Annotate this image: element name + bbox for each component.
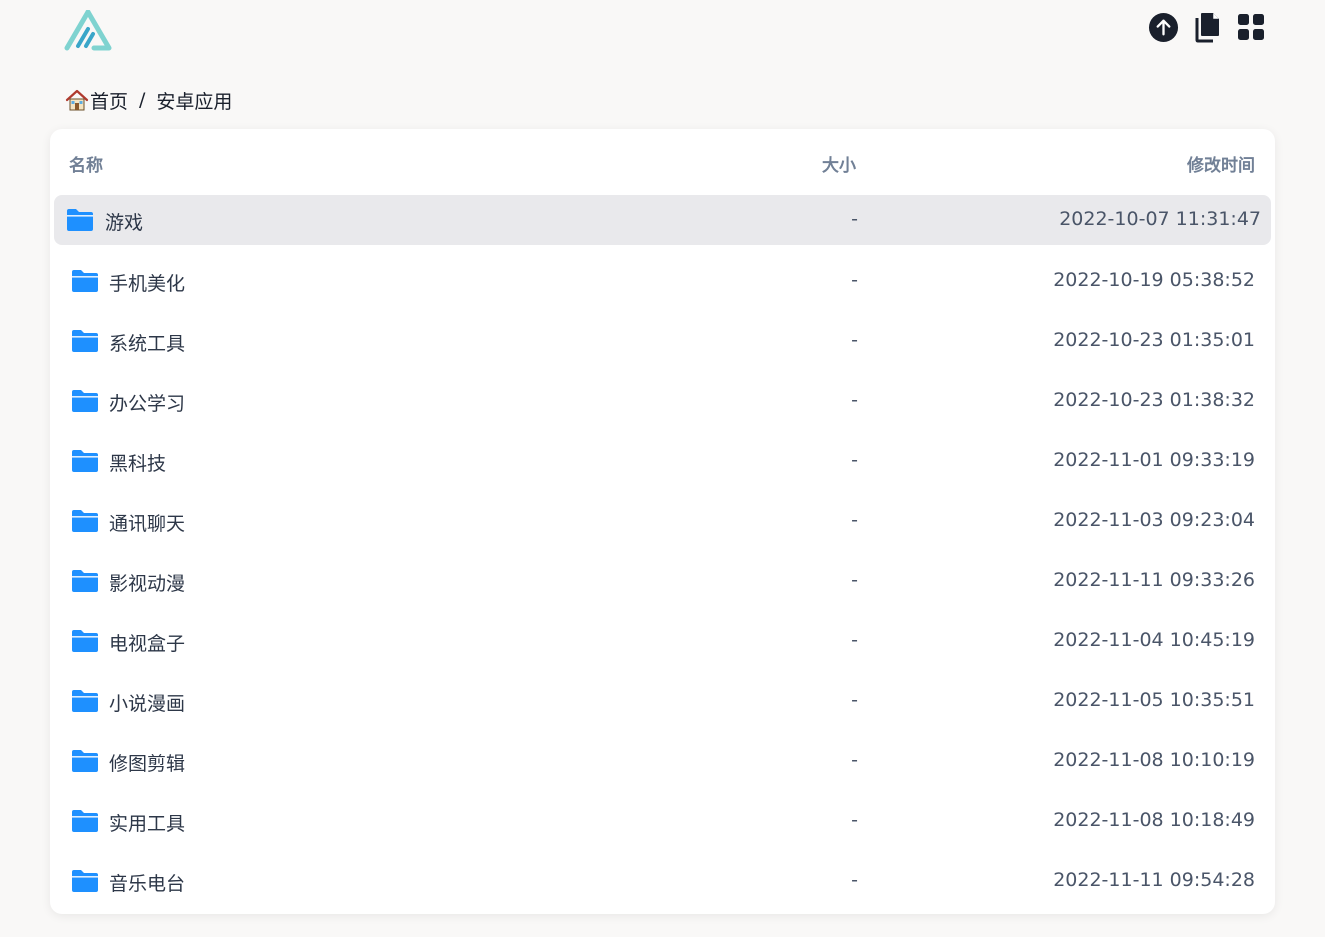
table-row[interactable]: 实用工具 - 2022-11-08 10:18:49 (50, 791, 1275, 851)
file-size: - (851, 389, 858, 411)
table-row[interactable]: 音乐电台 - 2022-11-11 09:54:28 (50, 851, 1275, 911)
table-row[interactable]: 游戏 - 2022-10-07 11:31:47 (54, 195, 1271, 245)
file-size: - (851, 569, 858, 591)
file-name[interactable]: 手机美化 (109, 269, 185, 296)
table-row[interactable]: 办公学习 - 2022-10-23 01:38:32 (50, 371, 1275, 431)
file-modified-time: 2022-11-08 10:10:19 (1053, 749, 1255, 771)
file-name[interactable]: 电视盒子 (109, 629, 185, 656)
table-row[interactable]: 电视盒子 - 2022-11-04 10:45:19 (50, 611, 1275, 671)
file-list-card: 名称 大小 修改时间 游戏 - 2022-10-07 11:31:47 手机美化… (50, 129, 1275, 914)
table-row[interactable]: 修图剪辑 - 2022-11-08 10:10:19 (50, 731, 1275, 791)
folder-icon (72, 690, 98, 712)
upload-button[interactable] (1147, 11, 1179, 43)
file-size: - (851, 629, 858, 651)
column-header-size[interactable]: 大小 (822, 151, 856, 176)
file-size: - (851, 689, 858, 711)
file-size: - (851, 269, 858, 291)
file-modified-time: 2022-11-11 09:33:26 (1053, 569, 1255, 591)
file-modified-time: 2022-10-07 11:31:47 (1059, 208, 1261, 230)
file-rows: 游戏 - 2022-10-07 11:31:47 手机美化 - 2022-10-… (50, 191, 1275, 911)
file-modified-time: 2022-11-01 09:33:19 (1053, 449, 1255, 471)
folder-icon (72, 390, 98, 412)
breadcrumb: 首页 / 安卓应用 (65, 86, 232, 114)
file-modified-time: 2022-10-19 05:38:52 (1053, 269, 1255, 291)
file-size: - (851, 509, 858, 531)
file-modified-time: 2022-11-04 10:45:19 (1053, 629, 1255, 651)
copy-icon (1195, 13, 1219, 43)
file-size: - (851, 749, 858, 771)
file-name[interactable]: 音乐电台 (109, 869, 185, 896)
file-name[interactable]: 游戏 (105, 208, 143, 235)
logo-icon (64, 9, 112, 51)
folder-icon (67, 209, 93, 231)
table-header: 名称 大小 修改时间 (50, 129, 1275, 191)
toolbar (1147, 11, 1267, 43)
file-name[interactable]: 通讯聊天 (109, 509, 185, 536)
top-header (0, 0, 1325, 70)
file-size: - (851, 329, 858, 351)
folder-icon (72, 630, 98, 652)
grid-view-button[interactable] (1235, 11, 1267, 43)
upload-icon (1148, 12, 1178, 42)
folder-icon (72, 510, 98, 532)
table-row[interactable]: 黑科技 - 2022-11-01 09:33:19 (50, 431, 1275, 491)
file-name[interactable]: 影视动漫 (109, 569, 185, 596)
folder-icon (72, 450, 98, 472)
table-row[interactable]: 系统工具 - 2022-10-23 01:35:01 (50, 311, 1275, 371)
table-row[interactable]: 手机美化 - 2022-10-19 05:38:52 (50, 251, 1275, 311)
file-modified-time: 2022-11-05 10:35:51 (1053, 689, 1255, 711)
breadcrumb-home[interactable]: 首页 (65, 87, 128, 114)
file-modified-time: 2022-10-23 01:35:01 (1053, 329, 1255, 351)
folder-icon (72, 810, 98, 832)
file-name[interactable]: 实用工具 (109, 809, 185, 836)
folder-icon (72, 750, 98, 772)
folder-icon (72, 570, 98, 592)
file-size: - (851, 449, 858, 471)
grid-icon (1238, 14, 1264, 40)
file-name[interactable]: 办公学习 (109, 389, 185, 416)
file-modified-time: 2022-11-11 09:54:28 (1053, 869, 1255, 891)
file-modified-time: 2022-11-08 10:18:49 (1053, 809, 1255, 831)
file-modified-time: 2022-10-23 01:38:32 (1053, 389, 1255, 411)
file-size: - (851, 208, 858, 230)
file-size: - (851, 809, 858, 831)
file-size: - (851, 869, 858, 891)
file-name[interactable]: 修图剪辑 (109, 749, 185, 776)
file-name[interactable]: 小说漫画 (109, 689, 185, 716)
breadcrumb-current[interactable]: 安卓应用 (156, 87, 232, 114)
table-row[interactable]: 通讯聊天 - 2022-11-03 09:23:04 (50, 491, 1275, 551)
breadcrumb-separator: / (139, 89, 146, 111)
table-row[interactable]: 影视动漫 - 2022-11-11 09:33:26 (50, 551, 1275, 611)
house-icon (65, 89, 89, 111)
file-name[interactable]: 黑科技 (109, 449, 166, 476)
column-header-name[interactable]: 名称 (69, 151, 103, 176)
table-row[interactable]: 小说漫画 - 2022-11-05 10:35:51 (50, 671, 1275, 731)
file-name[interactable]: 系统工具 (109, 329, 185, 356)
folder-icon (72, 270, 98, 292)
file-modified-time: 2022-11-03 09:23:04 (1053, 509, 1255, 531)
folder-icon (72, 870, 98, 892)
copy-button[interactable] (1191, 11, 1223, 43)
folder-icon (72, 330, 98, 352)
column-header-time[interactable]: 修改时间 (1187, 151, 1255, 176)
breadcrumb-home-label: 首页 (90, 90, 129, 113)
logo[interactable] (64, 9, 112, 52)
